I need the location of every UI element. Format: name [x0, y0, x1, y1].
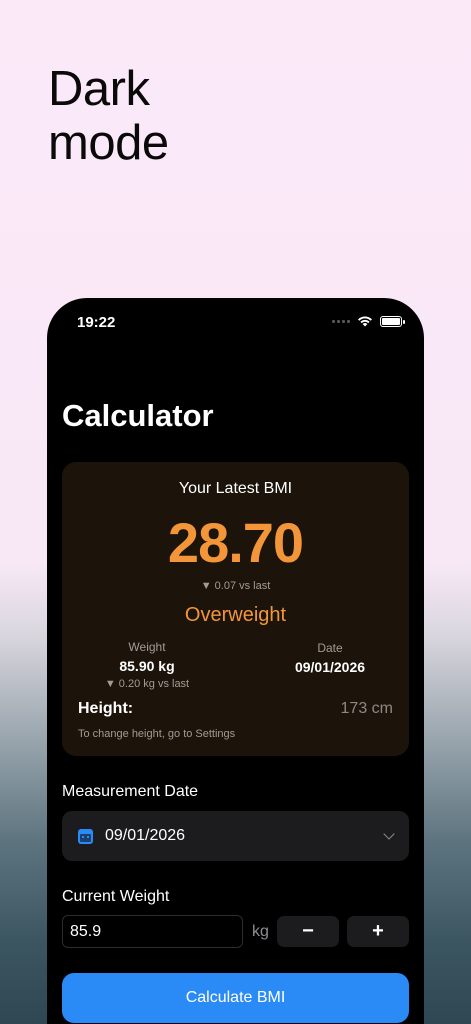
measurement-date-value: 09/01/2026: [105, 827, 186, 844]
promo-title-line-1: Dark: [48, 62, 150, 116]
calendar-icon: [78, 828, 93, 844]
status-time: 19:22: [77, 314, 116, 331]
phone-screen: 19:22 Calculator Your Latest BMI 28.70 ▼…: [47, 298, 424, 1024]
promo-title: Dark mode: [48, 62, 169, 170]
height-settings-note: To change height, go to Settings: [78, 728, 236, 740]
height-label: Height:: [78, 700, 134, 717]
bmi-category: Overweight: [184, 604, 287, 626]
measurement-date-label: Measurement Date: [62, 783, 199, 800]
weight-input[interactable]: [62, 915, 243, 948]
measurement-date-picker[interactable]: 09/01/2026: [62, 811, 409, 861]
status-icons: [332, 315, 405, 327]
increase-weight-button[interactable]: +: [347, 916, 409, 947]
date-stat: Date 09/01/2026: [280, 641, 380, 675]
current-weight-label: Current Weight: [62, 888, 170, 905]
weight-stat: Weight 85.90 kg ▼ 0.20 kg vs last: [92, 640, 202, 690]
weight-value: 85.90 kg: [119, 658, 175, 674]
cellular-signal-icon: [332, 319, 350, 323]
weight-delta: ▼ 0.20 kg vs last: [104, 678, 190, 690]
calculate-bmi-button[interactable]: Calculate BMI: [62, 973, 409, 1023]
bmi-card-heading: Your Latest BMI: [178, 480, 293, 497]
weight-label: Weight: [128, 640, 166, 654]
weight-unit: kg: [252, 923, 269, 940]
page-title: Calculator: [62, 398, 214, 433]
battery-icon: [380, 315, 405, 327]
wifi-icon: [358, 316, 372, 327]
latest-bmi-card: Your Latest BMI 28.70 ▼ 0.07 vs last Ove…: [62, 462, 409, 756]
bmi-delta: ▼ 0.07 vs last: [200, 580, 271, 592]
chevron-down-icon: [383, 828, 395, 840]
promo-title-line-2: mode: [48, 116, 169, 170]
date-label: Date: [317, 641, 343, 655]
decrease-weight-button[interactable]: −: [277, 916, 339, 947]
date-value: 09/01/2026: [294, 659, 366, 675]
bmi-value: 28.70: [167, 511, 304, 574]
height-value: 173 cm: [340, 700, 393, 717]
